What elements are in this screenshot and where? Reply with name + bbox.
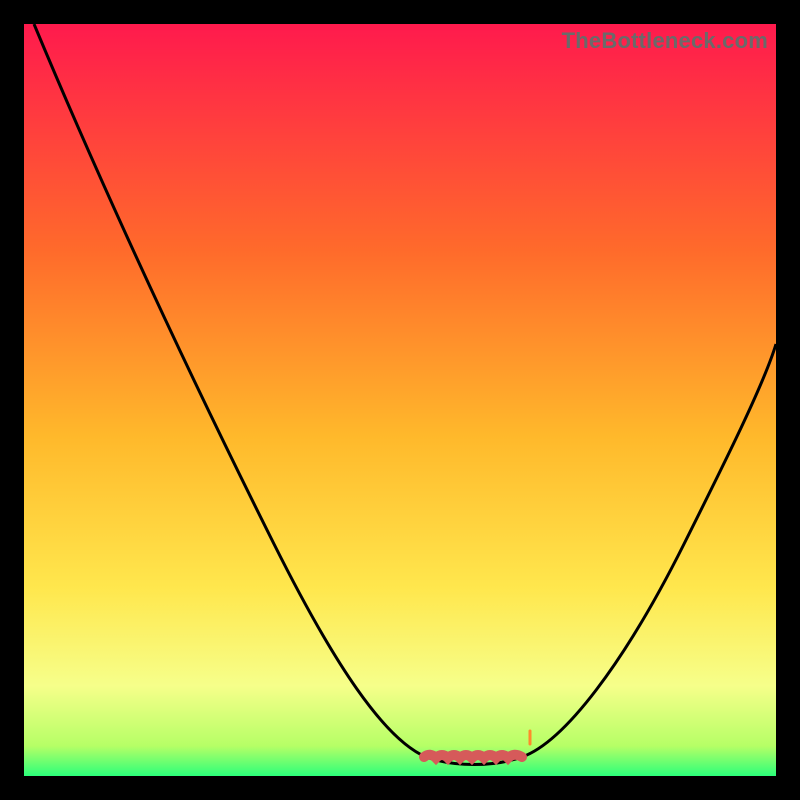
bottleneck-curve <box>34 24 776 765</box>
watermark-text: TheBottleneck.com <box>562 28 768 54</box>
curve-svg <box>24 24 776 776</box>
chart-frame: TheBottleneck.com <box>24 24 776 776</box>
flat-bottom-segment <box>424 755 522 758</box>
